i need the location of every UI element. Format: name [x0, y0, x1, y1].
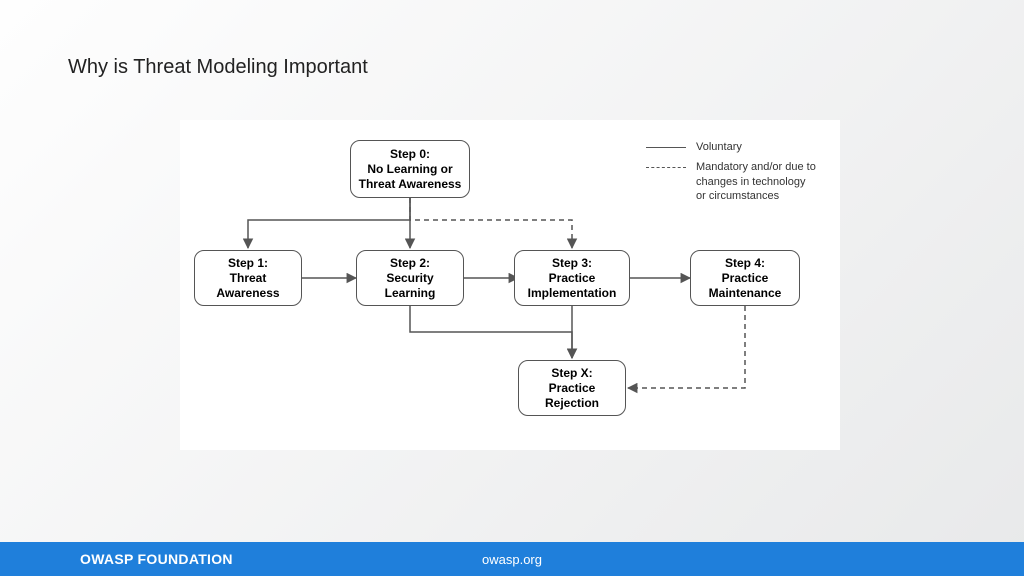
solid-line-icon: [646, 143, 686, 153]
legend-voluntary-label: Voluntary: [696, 140, 742, 154]
node-step1: Step 1:ThreatAwareness: [194, 250, 302, 306]
dashed-line-icon: [646, 163, 686, 173]
footer-bar: OWASP FOUNDATION owasp.org: [0, 542, 1024, 576]
slide-title: Why is Threat Modeling Important: [68, 56, 368, 79]
node-step3: Step 3:PracticeImplementation: [514, 250, 630, 306]
node-step2: Step 2:SecurityLearning: [356, 250, 464, 306]
footer-url: owasp.org: [482, 552, 542, 567]
node-step0: Step 0:No Learning orThreat Awareness: [350, 140, 470, 198]
legend-mandatory-label: Mandatory and/or due to changes in techn…: [696, 160, 816, 203]
node-step4: Step 4:PracticeMaintenance: [690, 250, 800, 306]
legend-mandatory: Mandatory and/or due to changes in techn…: [646, 160, 816, 203]
legend: Voluntary Mandatory and/or due to change…: [646, 140, 816, 209]
diagram-panel: Step 0:No Learning orThreat Awareness St…: [180, 120, 840, 450]
node-stepx: Step X:PracticeRejection: [518, 360, 626, 416]
legend-voluntary: Voluntary: [646, 140, 816, 154]
footer-org: OWASP FOUNDATION: [80, 551, 233, 567]
